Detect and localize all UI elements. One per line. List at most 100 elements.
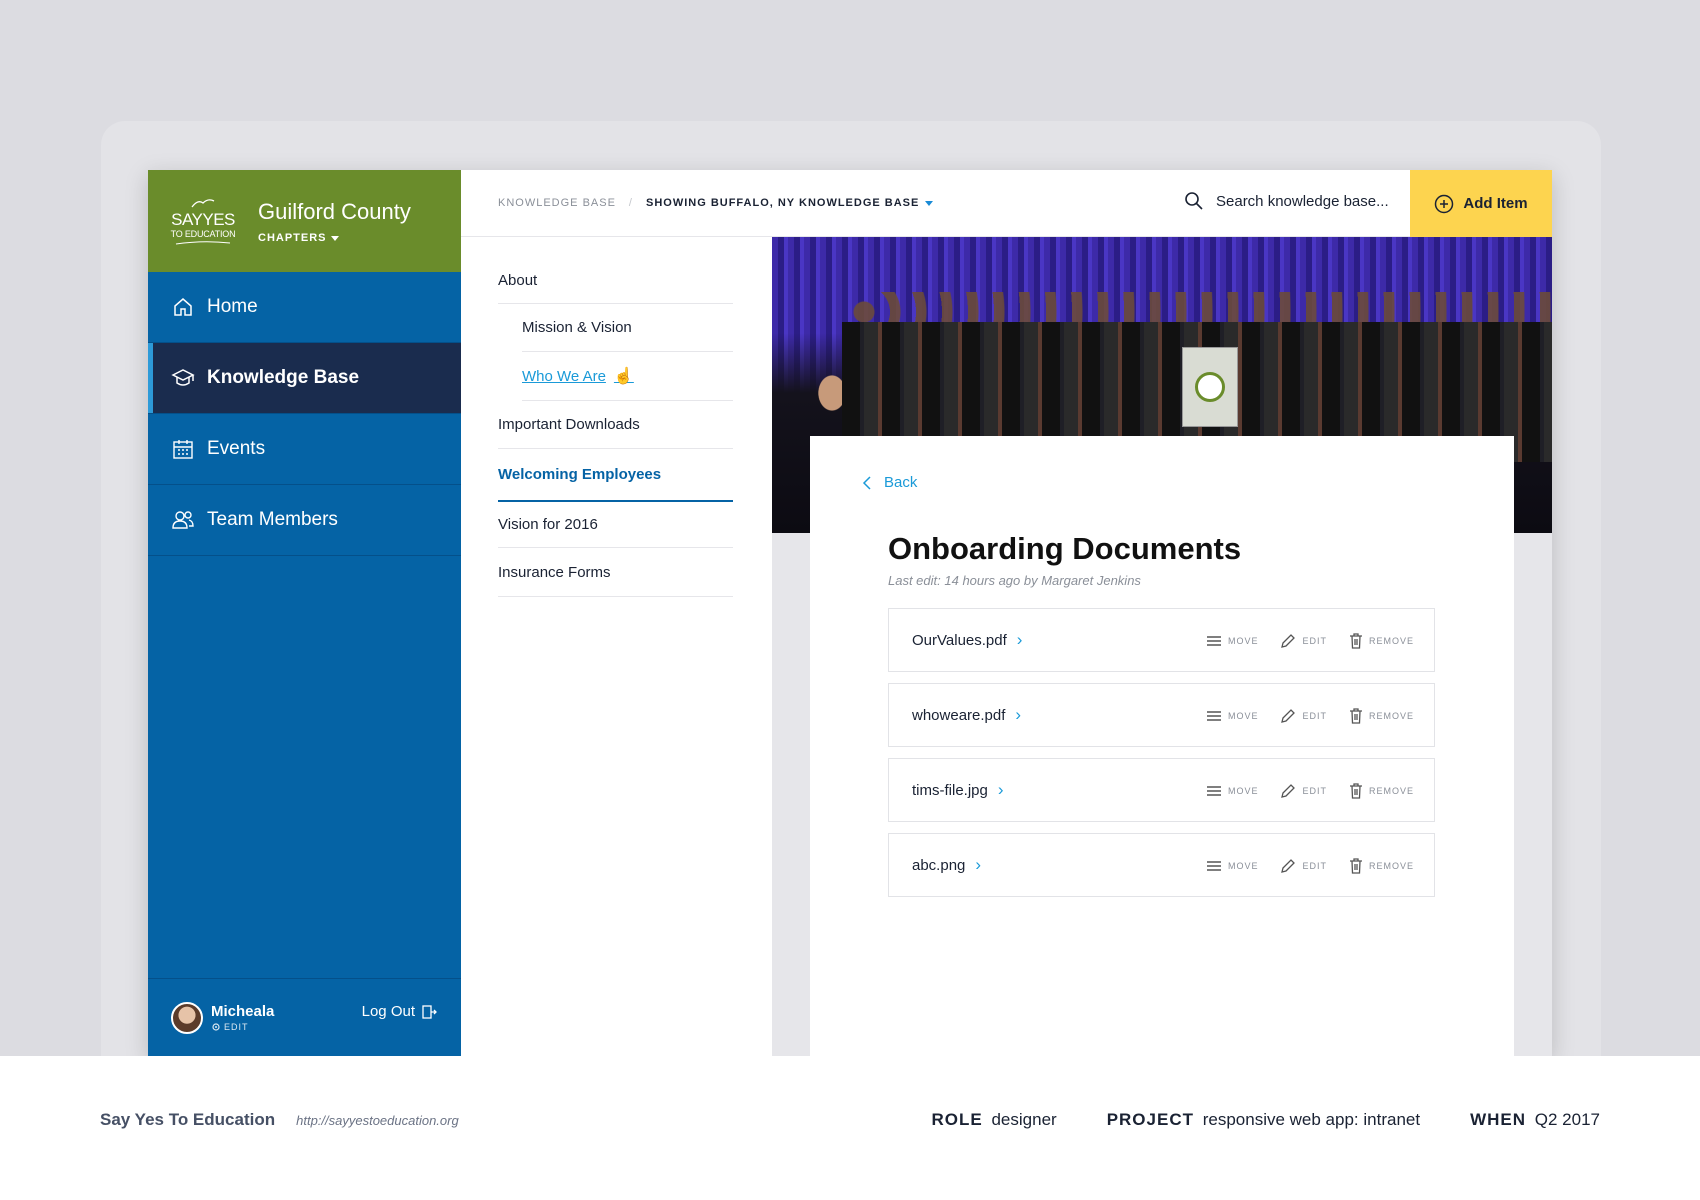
file-name: whoweare.pdf xyxy=(912,706,1006,724)
podium xyxy=(1182,347,1238,427)
move-button[interactable]: MOVE xyxy=(1206,710,1259,722)
file-name: tims-file.jpg xyxy=(912,781,988,799)
add-item-button[interactable]: Add Item xyxy=(1410,170,1552,237)
search-input[interactable]: Search knowledge base... xyxy=(1184,191,1389,211)
subnav-item-label: Mission & Vision xyxy=(522,319,632,336)
file-link[interactable]: OurValues.pdf › xyxy=(912,630,1022,650)
move-label: MOVE xyxy=(1227,861,1259,871)
plus-circle-icon xyxy=(1435,194,1454,213)
remove-label: REMOVE xyxy=(1368,636,1414,646)
breadcrumb-root[interactable]: KNOWLEDGE BASE xyxy=(498,197,616,209)
subnav-item-label: Who We Are xyxy=(522,367,606,385)
subnav-item-welcoming-employees[interactable]: Welcoming Employees xyxy=(498,449,733,502)
calendar-icon xyxy=(171,437,195,461)
sidebar-item-team-members[interactable]: Team Members xyxy=(148,485,461,556)
chevron-right-icon: › xyxy=(975,855,982,874)
file-row: OurValues.pdf › MOVE EDIT REMOVE xyxy=(888,608,1435,672)
subnav-item-label: Important Downloads xyxy=(498,416,640,433)
file-name: abc.png xyxy=(912,856,966,874)
subnav-item-mission-vision[interactable]: Mission & Vision xyxy=(522,304,733,352)
remove-button[interactable]: REMOVE xyxy=(1349,858,1414,874)
subnav-item-label: Vision for 2016 xyxy=(498,516,598,533)
file-row: abc.png › MOVE EDIT REMOVE xyxy=(888,833,1435,897)
subnav-item-who-we-are[interactable]: Who We Are ☝ xyxy=(522,352,733,401)
project-caption: Say Yes To Education http://sayyestoeduc… xyxy=(0,1056,1700,1200)
remove-label: REMOVE xyxy=(1368,711,1414,721)
logo-swoosh-icon xyxy=(175,240,231,244)
hand-cursor-icon: ☝ xyxy=(613,368,634,385)
subnav-item-insurance-forms[interactable]: Insurance Forms xyxy=(498,548,733,597)
caret-down-icon xyxy=(330,235,339,241)
chevron-left-icon xyxy=(862,475,871,490)
remove-button[interactable]: REMOVE xyxy=(1349,783,1414,799)
edit-button[interactable]: EDIT xyxy=(1280,783,1327,799)
back-label: Back xyxy=(884,474,918,491)
file-link[interactable]: whoweare.pdf › xyxy=(912,705,1021,725)
chevron-right-icon: › xyxy=(1015,705,1022,724)
sidebar-item-home[interactable]: Home xyxy=(148,272,461,343)
logout-label: Log Out xyxy=(361,1003,415,1020)
subnav-item-about[interactable]: About xyxy=(498,257,733,304)
remove-button[interactable]: REMOVE xyxy=(1349,633,1414,649)
sidebar-item-events[interactable]: Events xyxy=(148,414,461,485)
last-edit-meta: Last edit: 14 hours ago by Margaret Jenk… xyxy=(888,573,1141,588)
sidebar: SAYYES TO EDUCATION Guilford County CHAP… xyxy=(148,170,461,1056)
hamburger-icon xyxy=(1206,636,1221,646)
edit-label: EDIT xyxy=(1302,711,1327,721)
page-title: Onboarding Documents xyxy=(888,531,1242,566)
main-content: Back Onboarding Documents Last edit: 14 … xyxy=(772,237,1552,1056)
chapters-label: CHAPTERS xyxy=(258,232,327,244)
top-bar: KNOWLEDGE BASE / SHOWING BUFFALO, NY KNO… xyxy=(461,170,1552,237)
home-icon xyxy=(171,295,195,319)
move-button[interactable]: MOVE xyxy=(1206,860,1259,872)
hamburger-icon xyxy=(1206,861,1221,871)
role-label: ROLE xyxy=(931,1110,983,1129)
chevron-right-icon: › xyxy=(997,780,1004,799)
edit-button[interactable]: EDIT xyxy=(1280,633,1327,649)
trash-icon xyxy=(1349,858,1362,874)
logo-line-2: TO EDUCATION xyxy=(170,228,236,239)
role-value: designer xyxy=(991,1110,1057,1129)
search-icon xyxy=(1185,192,1203,210)
bird-logo-icon xyxy=(190,197,216,211)
breadcrumb-current: SHOWING BUFFALO, NY KNOWLEDGE BASE xyxy=(645,197,920,209)
edit-button[interactable]: EDIT xyxy=(1280,858,1327,874)
file-row: tims-file.jpg › MOVE EDIT REMOVE xyxy=(888,758,1435,822)
file-list: OurValues.pdf › MOVE EDIT REMOVE whowear… xyxy=(888,608,1435,908)
file-link[interactable]: abc.png › xyxy=(912,855,981,875)
subnav-item-vision-2016[interactable]: Vision for 2016 xyxy=(498,502,733,548)
avatar[interactable] xyxy=(171,1001,203,1034)
add-item-label: Add Item xyxy=(1463,195,1528,212)
when-label: WHEN xyxy=(1470,1110,1527,1129)
chapter-title: Guilford County xyxy=(258,199,411,224)
move-label: MOVE xyxy=(1227,636,1259,646)
remove-button[interactable]: REMOVE xyxy=(1349,708,1414,724)
chapters-dropdown[interactable]: CHAPTERS xyxy=(258,232,411,244)
back-link[interactable]: Back xyxy=(862,474,917,491)
edit-label: EDIT xyxy=(1302,786,1327,796)
knowledge-base-subnav: About Mission & Vision Who We Are ☝ Impo… xyxy=(461,237,772,1056)
user-name: Micheala xyxy=(211,1003,275,1020)
company-url[interactable]: http://sayyestoeducation.org xyxy=(296,1113,459,1128)
edit-profile-link[interactable]: EDIT xyxy=(211,1022,274,1032)
users-icon xyxy=(171,508,195,532)
subnav-item-important-downloads[interactable]: Important Downloads xyxy=(498,401,733,449)
remove-label: REMOVE xyxy=(1368,786,1414,796)
move-label: MOVE xyxy=(1227,711,1259,721)
logout-button[interactable]: Log Out xyxy=(362,1003,437,1020)
sidebar-item-label: Team Members xyxy=(207,509,338,530)
trash-icon xyxy=(1349,633,1362,649)
logo[interactable]: SAYYES TO EDUCATION xyxy=(170,191,236,251)
subnav-item-label: Insurance Forms xyxy=(498,563,611,581)
edit-button[interactable]: EDIT xyxy=(1280,708,1327,724)
company-name: Say Yes To Education xyxy=(100,1110,276,1129)
sidebar-item-knowledge-base[interactable]: Knowledge Base xyxy=(148,343,461,414)
trash-icon xyxy=(1349,783,1362,799)
move-button[interactable]: MOVE xyxy=(1206,635,1259,647)
caret-down-icon xyxy=(925,200,934,206)
file-link[interactable]: tims-file.jpg › xyxy=(912,780,1004,800)
logo-line-1: SAYYES xyxy=(171,209,235,229)
move-button[interactable]: MOVE xyxy=(1206,785,1259,797)
move-label: MOVE xyxy=(1227,786,1259,796)
knowledge-base-selector[interactable]: SHOWING BUFFALO, NY KNOWLEDGE BASE xyxy=(645,197,934,209)
